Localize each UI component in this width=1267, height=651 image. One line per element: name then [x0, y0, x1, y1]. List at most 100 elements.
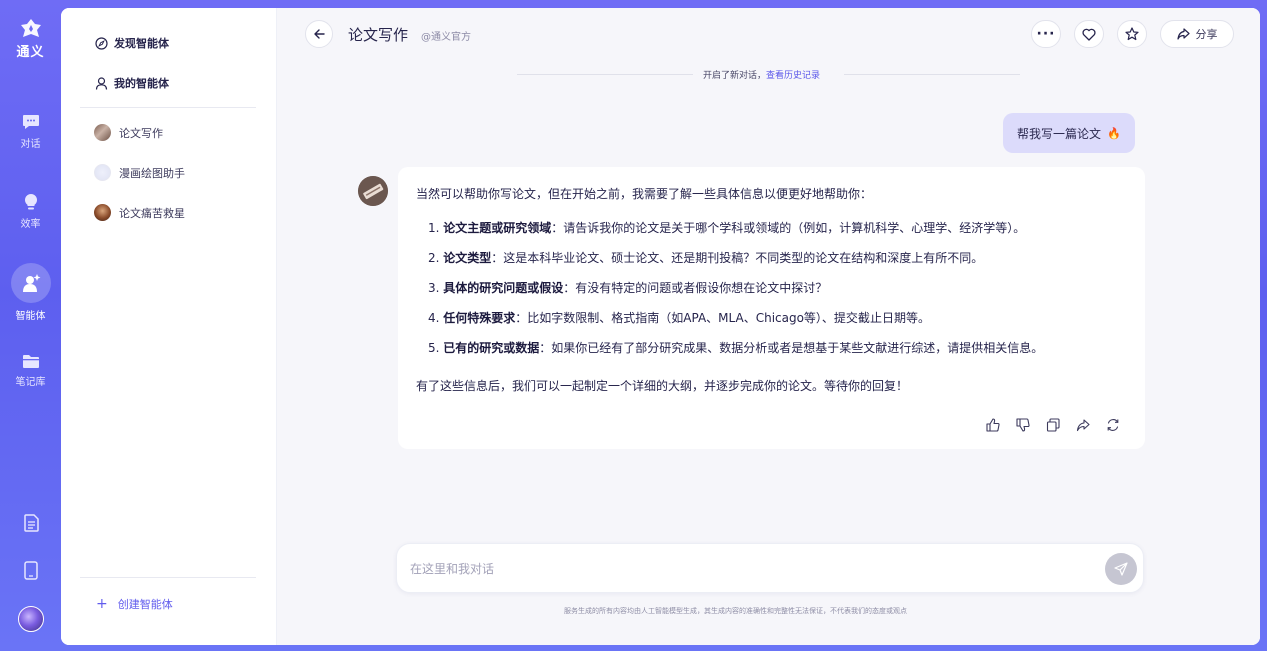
document-button[interactable]: [20, 512, 42, 534]
agent-item-comic-drawing[interactable]: 漫画绘图助手: [94, 164, 185, 181]
share-message-button[interactable]: [1074, 416, 1092, 434]
more-button[interactable]: ···: [1031, 20, 1061, 48]
mobile-app-button[interactable]: [20, 559, 42, 581]
copy-button[interactable]: [1044, 416, 1062, 434]
rail-label-efficiency: 效率: [20, 219, 41, 230]
list-number: 4.: [428, 311, 440, 325]
list-item-title: 论文主题或研究领域: [443, 221, 552, 235]
bot-outro: 有了这些信息后，我们可以一起制定一个详细的大纲，并逐步完成你的论文。等待你的回复…: [416, 379, 909, 393]
agent-avatar: [94, 204, 111, 221]
plus-icon: +: [96, 596, 108, 612]
favorite-button[interactable]: [1074, 20, 1104, 48]
app-logo[interactable]: 通义: [0, 18, 61, 60]
list-item: 3. 具体的研究问题或假设：有没有特定的问题或者假设你想在论文中探讨？: [428, 279, 1043, 309]
discover-agents-link[interactable]: 发现智能体: [95, 35, 169, 51]
rail-item-chat[interactable]: 对话: [0, 114, 61, 150]
sidebar-divider: [80, 577, 256, 578]
list-item-title: 具体的研究问题或假设: [443, 281, 564, 295]
thumbs-up-icon: [986, 418, 1000, 432]
document-icon: [23, 514, 39, 532]
thumbs-down-icon: [1016, 418, 1030, 432]
separator-line-right: [844, 74, 1020, 75]
fire-emoji-icon: 🔥: [1107, 126, 1121, 140]
rail-item-agents[interactable]: 智能体: [0, 263, 61, 322]
my-agents-link[interactable]: 我的智能体: [95, 75, 169, 91]
mobile-phone-icon: [24, 560, 38, 580]
list-number: 5.: [428, 341, 440, 355]
star-icon: [1125, 27, 1139, 41]
discover-agents-label: 发现智能体: [114, 37, 169, 50]
separator-line-left: [517, 74, 693, 75]
back-button[interactable]: [305, 20, 333, 48]
my-agents-label: 我的智能体: [114, 77, 169, 90]
send-button[interactable]: [1105, 553, 1137, 585]
share-icon: [1176, 28, 1190, 40]
disclaimer-text: 服务生成的所有内容均由人工智能模型生成，其生成内容的准确性和完整性无法保证，不代…: [564, 607, 907, 615]
agent-name: 漫画绘图助手: [119, 166, 185, 180]
lightbulb-icon: [24, 193, 37, 210]
tongyi-logo-icon: [20, 19, 41, 37]
rail-item-efficiency[interactable]: 效率: [0, 193, 61, 230]
official-tag: @通义官方: [421, 32, 471, 43]
agent-avatar-icon: [358, 176, 388, 206]
agent-item-thesis-writing[interactable]: 论文写作: [94, 124, 163, 141]
star-button[interactable]: [1117, 20, 1147, 48]
bot-message: 当然可以帮助你写论文，但在开始之前，我需要了解一些具体信息以便更好地帮助你： 1…: [398, 167, 1145, 449]
like-button[interactable]: [984, 416, 1002, 434]
more-dots-icon: ···: [1036, 26, 1056, 42]
bot-list: 1. 论文主题或研究领域：请告诉我你的论文是关于哪个学科或领域的（例如，计算机科…: [428, 219, 1043, 369]
view-history-link[interactable]: 查看历史记录: [766, 71, 820, 81]
rail-label-chat: 对话: [20, 139, 41, 150]
list-item-title: 已有的研究或数据: [443, 341, 540, 355]
left-rail: 通义 对话 效率 智能体 笔记库: [0, 0, 61, 651]
list-item: 2. 论文类型：这是本科毕业论文、硕士论文、还是期刊投稿？不同类型的论文在结构和…: [428, 249, 1043, 279]
list-item-text: ：如果你已经有了部分研究成果、数据分析或者是想基于某些文献进行综述，请提供相关信…: [539, 341, 1044, 355]
copy-icon: [1046, 418, 1060, 432]
list-item-text: ：请告诉我你的论文是关于哪个学科或领域的（例如，计算机科学、心理学、经济学等）。: [551, 221, 1026, 235]
user-message: 帮我写一篇论文 🔥: [1003, 113, 1135, 153]
share-button[interactable]: 分享: [1160, 20, 1234, 48]
list-number: 1.: [428, 221, 440, 235]
list-item-text: ：这是本科毕业论文、硕士论文、还是期刊投稿？不同类型的论文在结构和深度上有所不同…: [491, 251, 984, 265]
agent-avatar: [94, 124, 111, 141]
send-icon: [1114, 562, 1128, 576]
rail-label-agents: 智能体: [15, 311, 46, 322]
agent-icon: [22, 274, 40, 292]
new-conversation-notice: 开启了新对话，查看历史记录: [703, 68, 820, 81]
agent-item-thesis-savior[interactable]: 论文痛苦救星: [94, 204, 185, 221]
share-label: 分享: [1195, 28, 1218, 41]
list-item: 5. 已有的研究或数据：如果你已经有了部分研究成果、数据分析或者是想基于某些文献…: [428, 339, 1043, 369]
arrow-left-icon: [314, 29, 325, 39]
page-title: 论文写作: [348, 26, 409, 44]
dislike-button[interactable]: [1014, 416, 1032, 434]
compass-icon: [95, 36, 108, 50]
list-item-title: 任何特殊要求: [443, 311, 516, 325]
list-item-text: ：有没有特定的问题或者假设你想在论文中探讨？: [563, 281, 828, 295]
user-message-text: 帮我写一篇论文: [1017, 126, 1102, 141]
list-number: 3.: [428, 281, 440, 295]
chat-bubble-icon: [22, 115, 39, 129]
list-item-title: 论文类型: [443, 251, 492, 265]
message-input[interactable]: [410, 557, 1080, 581]
list-item: 4. 任何特殊要求：比如字数限制、格式指南（如APA、MLA、Chicago等）…: [428, 309, 1043, 339]
app-logo-text: 通义: [16, 45, 45, 60]
bot-avatar: [358, 176, 388, 206]
agent-avatar: [94, 164, 111, 181]
rail-label-notes: 笔记库: [15, 377, 46, 388]
heart-icon: [1082, 28, 1096, 41]
share-icon: [1076, 418, 1090, 431]
agent-name: 论文写作: [119, 126, 163, 140]
list-item-text: ：比如字数限制、格式指南（如APA、MLA、Chicago等）、提交截止日期等。: [515, 311, 930, 325]
create-agent-button[interactable]: + 创建智能体: [96, 596, 173, 612]
regenerate-button[interactable]: [1104, 416, 1122, 434]
list-item: 1. 论文主题或研究领域：请告诉我你的论文是关于哪个学科或领域的（例如，计算机科…: [428, 219, 1043, 249]
agents-sidebar: 发现智能体 我的智能体 论文写作 漫画绘图助手 论文痛苦救星 + 创建智能体: [61, 8, 277, 645]
new-conversation-text: 开启了新对话，: [703, 71, 767, 81]
agent-name: 论文痛苦救星: [119, 206, 185, 220]
chat-area: 论文写作 @通义官方 ··· 分享 开启了新对话，查看历史记录 帮我写一篇论文 …: [277, 8, 1260, 645]
message-composer: [396, 543, 1144, 593]
user-icon: [95, 76, 108, 90]
rail-item-notes[interactable]: 笔记库: [0, 354, 61, 388]
bot-intro: 当然可以帮助你写论文，但在开始之前，我需要了解一些具体信息以便更好地帮助你：: [416, 187, 873, 201]
user-avatar[interactable]: [18, 606, 44, 632]
